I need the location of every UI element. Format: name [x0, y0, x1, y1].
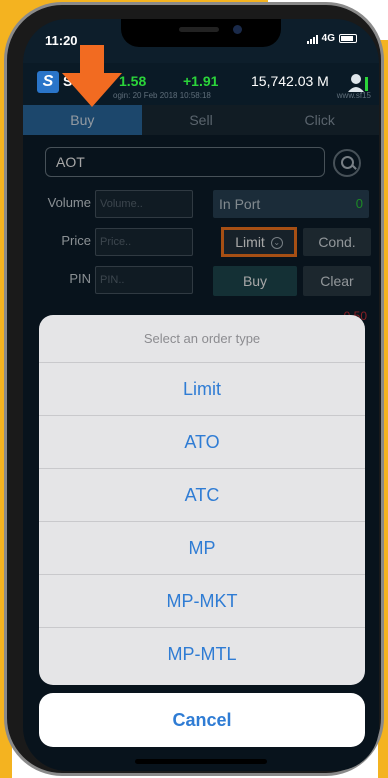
- battery-icon: [339, 34, 357, 43]
- option-mp-mtl[interactable]: MP-MTL: [39, 628, 365, 681]
- network-label: 4G: [321, 33, 335, 44]
- signal-icon: [306, 34, 318, 44]
- order-type-action-sheet: Select an order type Limit ATO ATC MP MP…: [39, 315, 365, 685]
- cond-button[interactable]: Cond.: [303, 228, 371, 256]
- camera: [233, 25, 242, 34]
- action-sheet-title: Select an order type: [39, 315, 365, 363]
- speaker: [179, 27, 219, 32]
- app-logo-icon[interactable]: S: [37, 71, 59, 93]
- in-port-value: 0: [355, 196, 363, 211]
- login-info: ogin: 20 Feb 2018 10:58:18: [113, 91, 211, 100]
- option-ato[interactable]: ATO: [39, 416, 365, 469]
- option-limit[interactable]: Limit: [39, 363, 365, 416]
- index-volume: 15,742.03 M: [251, 73, 329, 89]
- index-change: +1.91: [183, 73, 219, 89]
- tab-click[interactable]: Click: [260, 105, 379, 135]
- pin-input[interactable]: PIN..: [95, 266, 193, 294]
- phone-screen: 11:20 4G S SET 1.58 +1.91 15,742.03 M og…: [23, 19, 379, 771]
- buy-button[interactable]: Buy: [213, 266, 297, 296]
- tab-buy[interactable]: Buy: [23, 105, 142, 135]
- cancel-button[interactable]: Cancel: [39, 693, 365, 747]
- in-port-label: In Port: [219, 196, 261, 212]
- option-atc[interactable]: ATC: [39, 469, 365, 522]
- price-input[interactable]: Price..: [95, 228, 193, 256]
- symbol-input[interactable]: AOT: [45, 147, 325, 177]
- search-icon[interactable]: [333, 149, 361, 177]
- price-label: Price: [61, 233, 91, 248]
- chevron-down-icon: ⌄: [270, 237, 283, 250]
- volume-label: Volume: [47, 195, 91, 210]
- index-value: 1.58: [119, 73, 147, 89]
- option-mp-mkt[interactable]: MP-MKT: [39, 575, 365, 628]
- tab-sell[interactable]: Sell: [142, 105, 261, 135]
- order-type-value: Limit: [235, 234, 265, 250]
- status-right: 4G: [306, 33, 357, 44]
- volume-input[interactable]: Volume..: [95, 190, 193, 218]
- clear-button[interactable]: Clear: [303, 266, 371, 296]
- order-tabs: Buy Sell Click: [23, 105, 379, 135]
- order-type-select[interactable]: Limit ⌄: [221, 227, 297, 257]
- user-icon[interactable]: [347, 71, 369, 93]
- home-indicator[interactable]: [135, 759, 267, 764]
- option-mp[interactable]: MP: [39, 522, 365, 575]
- arrow-down-icon: [62, 45, 122, 107]
- pin-label: PIN: [69, 271, 91, 286]
- in-port-display: In Port 0: [213, 190, 369, 218]
- phone-frame: 11:20 4G S SET 1.58 +1.91 15,742.03 M og…: [4, 2, 384, 776]
- notch: [121, 19, 281, 47]
